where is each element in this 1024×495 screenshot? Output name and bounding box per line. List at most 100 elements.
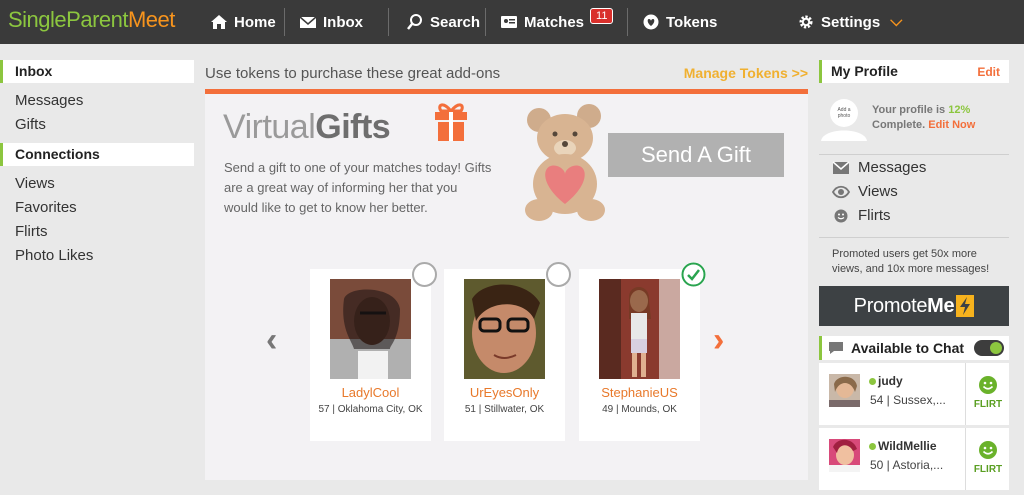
profile-link-messages[interactable]: Messages bbox=[832, 159, 926, 176]
right-sidebar: My Profile Edit Add a photo Your profile… bbox=[819, 60, 1009, 490]
sidebar-item-messages[interactable]: Messages bbox=[0, 89, 194, 113]
smiley-icon bbox=[979, 376, 997, 394]
profile-link-label: Messages bbox=[858, 159, 927, 176]
select-circle-icon[interactable] bbox=[546, 262, 571, 287]
online-status-dot bbox=[869, 443, 876, 450]
nav-home[interactable]: Home bbox=[210, 0, 276, 44]
nav-matches-label: Matches bbox=[524, 13, 585, 31]
sidebar-section-connections[interactable]: Connections bbox=[0, 143, 194, 166]
promote-label-bold: Me bbox=[927, 294, 955, 317]
title-light: Virtual bbox=[223, 108, 316, 146]
match-name[interactable]: LadylCool bbox=[310, 385, 431, 400]
available-to-chat-header: Available to Chat bbox=[819, 336, 1009, 360]
manage-tokens-link[interactable]: Manage Tokens >> bbox=[684, 65, 808, 81]
divider bbox=[819, 154, 1009, 155]
match-card[interactable]: UrEyesOnly 51 | Stillwater, OK bbox=[444, 262, 571, 441]
svg-text:photo: photo bbox=[838, 113, 851, 119]
gift-icon bbox=[435, 103, 467, 141]
site-logo[interactable]: SingleParentMeet bbox=[8, 7, 175, 33]
edit-profile-link[interactable]: Edit bbox=[977, 65, 1000, 79]
sidebar-item-flirts[interactable]: Flirts bbox=[0, 220, 194, 244]
nav-inbox[interactable]: Inbox bbox=[299, 0, 363, 44]
sidebar-item-gifts[interactable]: Gifts bbox=[0, 113, 194, 137]
match-info: 57 | Oklahoma City, OK bbox=[318, 404, 423, 415]
nav-separator bbox=[627, 8, 628, 36]
top-navigation-bar: SingleParentMeet Home Inbox Search Match… bbox=[0, 0, 1024, 44]
sidebar-section-inbox[interactable]: Inbox bbox=[0, 60, 194, 83]
addons-header: Use tokens to purchase these great add-o… bbox=[205, 62, 808, 88]
profile-text-2: Complete. bbox=[872, 119, 926, 131]
selected-check-icon[interactable] bbox=[681, 262, 706, 287]
chat-user-name[interactable]: judy bbox=[869, 374, 903, 388]
sidebar-item-favorites[interactable]: Favorites bbox=[0, 196, 194, 220]
promotion-text: Promoted users get 50x more views, and 1… bbox=[832, 248, 990, 275]
my-profile-title: My Profile bbox=[831, 63, 898, 79]
envelope-icon bbox=[299, 16, 317, 28]
nav-matches[interactable]: Matches 11 bbox=[500, 0, 614, 44]
teddy-bear-image bbox=[525, 104, 605, 221]
nav-tokens[interactable]: Tokens bbox=[642, 0, 717, 44]
nav-home-label: Home bbox=[234, 13, 276, 31]
profile-link-views[interactable]: Views bbox=[832, 183, 898, 200]
profile-text-1: Your profile is bbox=[872, 104, 946, 116]
chevron-down-icon: ⌵ bbox=[890, 13, 903, 30]
add-photo-avatar[interactable]: Add a photo bbox=[819, 93, 869, 141]
match-card[interactable]: StephanieUS 49 | Mounds, OK bbox=[579, 262, 706, 441]
edit-now-link[interactable]: Edit Now bbox=[928, 119, 975, 131]
match-photo[interactable] bbox=[330, 279, 411, 379]
chat-user-avatar[interactable] bbox=[829, 439, 860, 472]
carousel-next-arrow[interactable]: › bbox=[713, 321, 724, 360]
chat-user-avatar[interactable] bbox=[829, 374, 860, 407]
select-circle-icon[interactable] bbox=[412, 262, 437, 287]
chat-user-name[interactable]: WildMellie bbox=[869, 439, 937, 453]
chat-user-info: 54 | Sussex,... bbox=[870, 393, 946, 407]
nav-separator bbox=[388, 8, 389, 36]
eye-icon bbox=[832, 185, 850, 198]
online-status-dot bbox=[869, 378, 876, 385]
sidebar-item-views[interactable]: Views bbox=[0, 172, 194, 196]
match-card[interactable]: LadylCool 57 | Oklahoma City, OK bbox=[310, 262, 437, 441]
virtual-gifts-title: VirtualGifts bbox=[223, 108, 391, 147]
nav-settings-label: Settings bbox=[821, 13, 881, 31]
profile-link-label: Views bbox=[858, 183, 898, 200]
match-photo[interactable] bbox=[599, 279, 680, 379]
left-sidebar: Inbox Messages Gifts Connections Views F… bbox=[0, 60, 194, 268]
sidebar-item-photo-likes[interactable]: Photo Likes bbox=[0, 244, 194, 268]
my-profile-header: My Profile Edit bbox=[819, 60, 1009, 83]
match-name[interactable]: StephanieUS bbox=[579, 385, 700, 400]
logo-text-part1: SingleParent bbox=[8, 7, 128, 32]
virtual-gifts-panel: VirtualGifts Send a gift to one of your … bbox=[205, 94, 808, 480]
chat-user-row[interactable]: judy 54 | Sussex,... FLIRT bbox=[819, 363, 1009, 425]
toggle-knob bbox=[990, 342, 1002, 354]
match-info: 51 | Stillwater, OK bbox=[464, 404, 545, 415]
gear-icon bbox=[799, 15, 813, 29]
carousel-prev-arrow[interactable]: ‹ bbox=[266, 321, 277, 360]
profile-percent: 12% bbox=[948, 104, 971, 116]
matches-count-badge: 11 bbox=[590, 8, 614, 24]
available-to-chat-title: Available to Chat bbox=[851, 340, 965, 356]
nav-settings[interactable]: Settings ⌵ bbox=[797, 0, 902, 44]
nav-separator bbox=[485, 8, 486, 36]
smiley-icon bbox=[979, 441, 997, 459]
nav-tokens-label: Tokens bbox=[666, 13, 718, 31]
match-photo[interactable] bbox=[464, 279, 545, 379]
flirt-button[interactable]: FLIRT bbox=[965, 428, 1009, 490]
match-name[interactable]: UrEyesOnly bbox=[444, 385, 565, 400]
token-icon bbox=[643, 14, 659, 30]
nav-search[interactable]: Search bbox=[406, 0, 480, 44]
promote-me-button[interactable]: Promote Me bbox=[819, 286, 1009, 326]
logo-text-part2: Meet bbox=[127, 7, 175, 32]
flirt-label: FLIRT bbox=[973, 399, 1003, 410]
nav-search-label: Search bbox=[430, 13, 481, 31]
chat-user-row[interactable]: WildMellie 50 | Astoria,... FLIRT bbox=[819, 428, 1009, 490]
addons-heading: Use tokens to purchase these great add-o… bbox=[205, 65, 501, 82]
flirt-button[interactable]: FLIRT bbox=[965, 363, 1009, 425]
promote-label: Promote bbox=[853, 294, 928, 317]
chat-availability-toggle[interactable] bbox=[974, 340, 1004, 356]
match-info: 49 | Mounds, OK bbox=[602, 404, 677, 415]
chat-user-name-label: WildMellie bbox=[878, 439, 937, 453]
send-gift-button[interactable]: Send A Gift bbox=[608, 133, 784, 177]
profile-completion-text: Your profile is 12% Complete. Edit Now bbox=[872, 103, 975, 133]
nav-inbox-label: Inbox bbox=[323, 13, 363, 31]
profile-link-flirts[interactable]: Flirts bbox=[832, 207, 891, 224]
